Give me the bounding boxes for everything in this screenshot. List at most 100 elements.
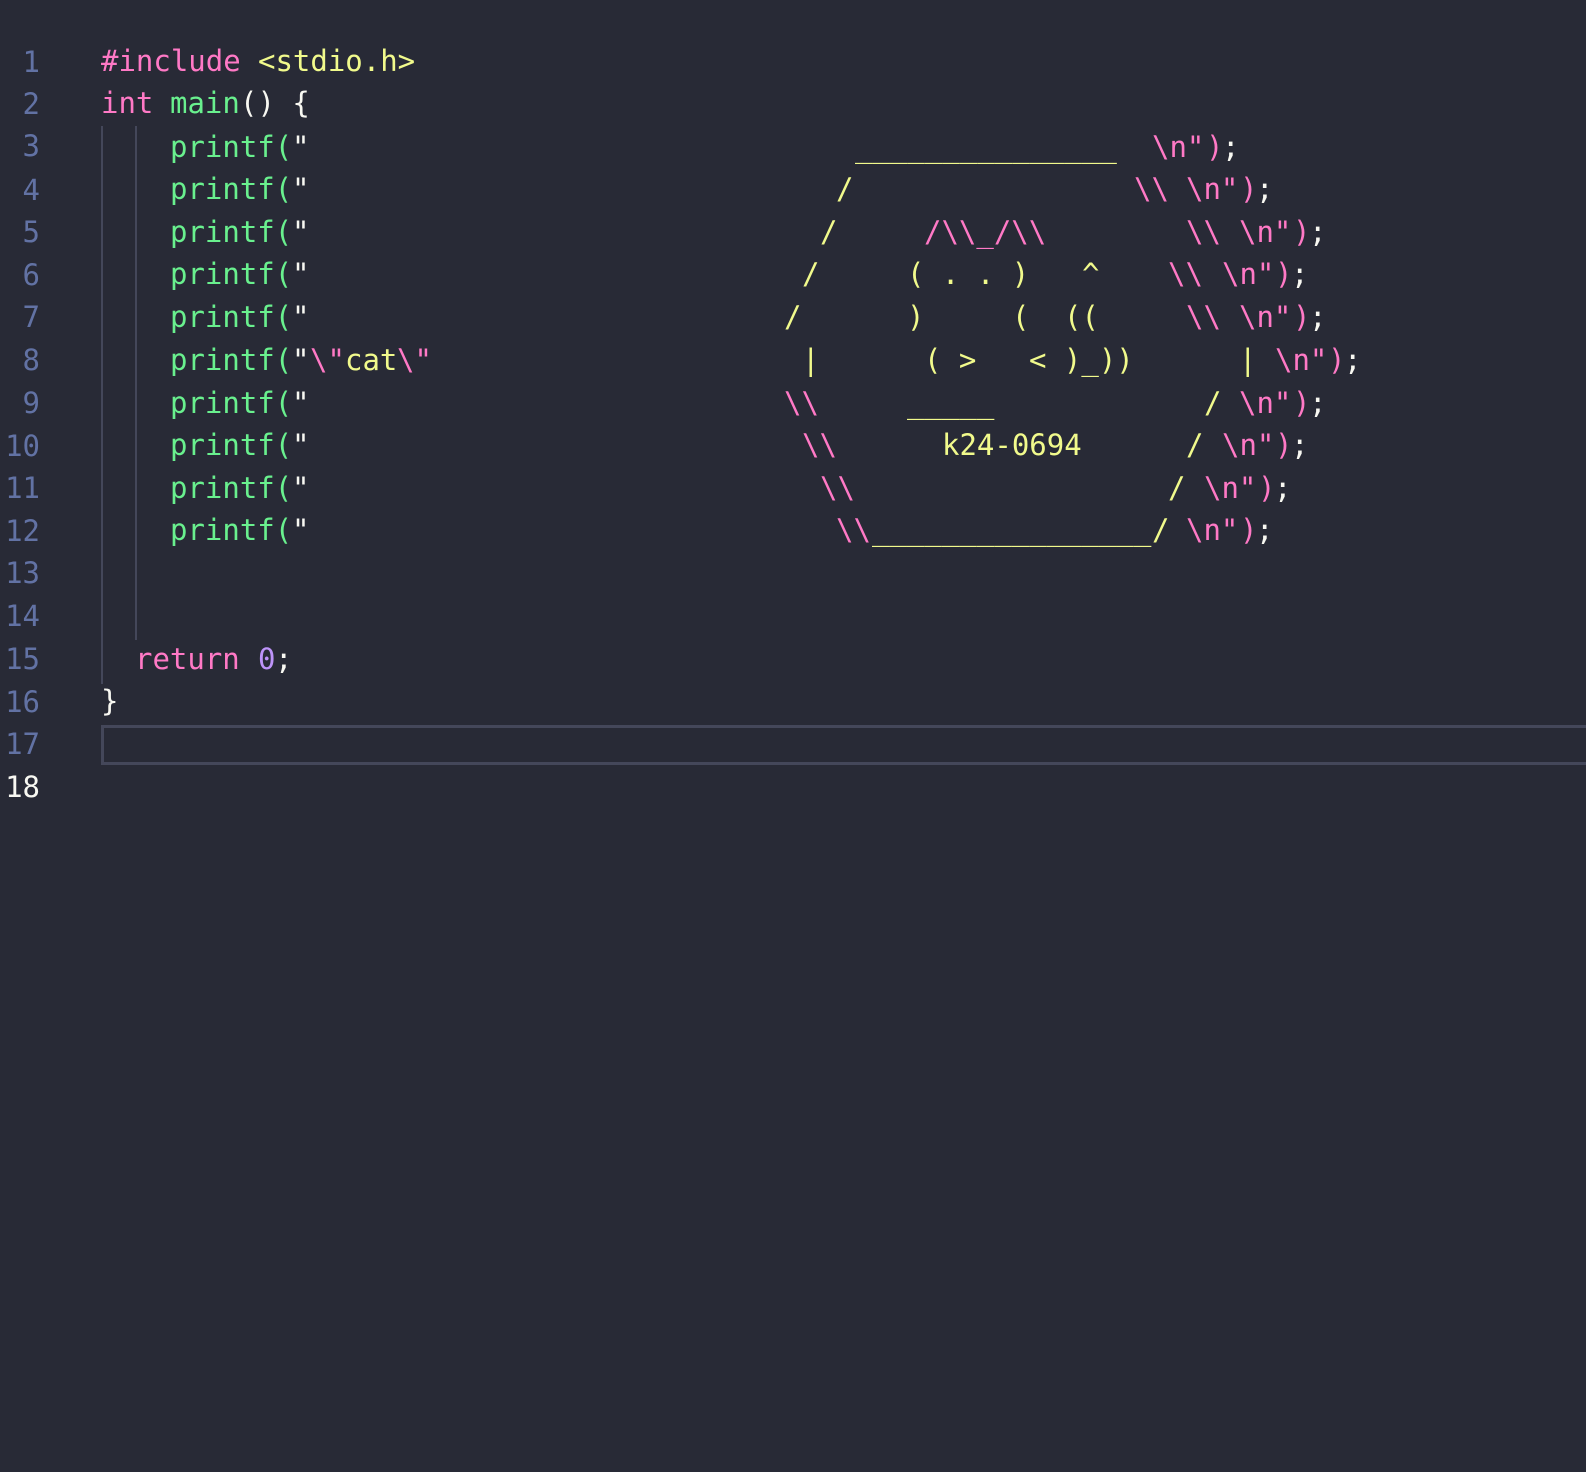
close-paren: ) <box>1240 513 1258 547</box>
id-label: k24-0694 <box>942 428 1082 462</box>
printf-call: printf( <box>170 130 293 164</box>
ascii-art: / <box>836 172 854 206</box>
code-line-18[interactable]: 18 <box>0 723 1586 804</box>
code-line-9[interactable]: 9 printf( " \" cat \" | ( > < )_)) | \n"… <box>0 339 1586 420</box>
code-line-7[interactable]: 7 printf( " / ( . . ) ^ \\ \n" ) ; <box>0 253 1586 334</box>
ascii-art: ( > <box>924 343 977 377</box>
string-quote: " <box>292 215 310 249</box>
ascii-art: < )_)) <box>1029 343 1134 377</box>
string-quote: " <box>292 513 310 547</box>
ascii-art: / <box>1204 386 1222 420</box>
code-line-12[interactable]: 12 printf( " \\ / \n" ) ; <box>0 467 1586 548</box>
close-paren: ) <box>1328 343 1346 377</box>
code-line-10[interactable]: 10 printf( " \\ _____ / \n" ) ; <box>0 382 1586 463</box>
code-line-3[interactable]: 3 int main () { <box>0 82 1586 163</box>
return-keyword: return <box>135 642 240 676</box>
ascii-art: / <box>1186 428 1204 462</box>
printf-call: printf( <box>170 386 293 420</box>
semicolon: ; <box>1309 215 1327 249</box>
escaped-backslash: \\ <box>1134 172 1169 206</box>
close-paren: ) <box>1293 215 1311 249</box>
semicolon: ; <box>1256 172 1274 206</box>
escaped-quote: \" <box>397 343 432 377</box>
close-paren: ) <box>1206 130 1224 164</box>
code-line-8[interactable]: 8 printf( " / ) ( (( \\ \n" ) ; <box>0 296 1586 377</box>
string-quote: " <box>292 172 310 206</box>
semicolon: ; <box>275 642 293 676</box>
string-quote: " <box>292 386 310 420</box>
printf-call: printf( <box>170 513 293 547</box>
close-paren: ) <box>1293 300 1311 334</box>
printf-call: printf( <box>170 428 293 462</box>
close-paren: ) <box>1240 172 1258 206</box>
return-value: 0 <box>258 642 276 676</box>
semicolon: ; <box>1309 300 1327 334</box>
printf-call: printf( <box>170 300 293 334</box>
ascii-art: | <box>1239 343 1257 377</box>
newline-escape: \n" <box>1222 257 1275 291</box>
semicolon: ; <box>1222 130 1240 164</box>
semicolon: ; <box>1291 428 1309 462</box>
close-paren: ) <box>1275 257 1293 291</box>
newline-escape: \n" <box>1204 471 1257 505</box>
closing-brace: } <box>101 684 119 718</box>
newline-escape: \n" <box>1239 386 1292 420</box>
include-header: <stdio.h> <box>258 44 416 78</box>
code-line-16[interactable]: 16 return 0 ; <box>0 638 1586 719</box>
ascii-art: (( <box>1064 300 1099 334</box>
code-line-1[interactable]: 1 <box>0 0 1586 79</box>
semicolon: ; <box>1256 513 1274 547</box>
code-editor[interactable]: 1 2 #include <stdio.h> 3 int main () { 4… <box>0 0 1586 1472</box>
ascii-art: _____ <box>907 386 995 420</box>
close-paren: ) <box>1275 428 1293 462</box>
semicolon: ; <box>1291 257 1309 291</box>
string-quote: " <box>292 343 310 377</box>
ascii-art: / <box>1168 471 1186 505</box>
code-line-15[interactable]: 15 <box>0 595 1586 676</box>
ascii-art: / <box>784 300 802 334</box>
cat-word: cat <box>345 343 398 377</box>
ascii-art: ) <box>907 300 925 334</box>
code-line-6[interactable]: 6 printf( " / /\\_/\\ \\ \n" ) ; <box>0 211 1586 292</box>
string-quote: " <box>292 428 310 462</box>
ascii-art: / <box>802 257 820 291</box>
newline-escape: \n" <box>1186 513 1239 547</box>
code-line-5[interactable]: 5 printf( " / \\ \n" ) ; <box>0 168 1586 249</box>
type-keyword: int <box>101 86 154 120</box>
escaped-backslash: \\ <box>784 386 819 420</box>
newline-escape: \n" <box>1152 130 1205 164</box>
printf-call: printf( <box>170 471 293 505</box>
line-number-active: 18 <box>5 770 40 804</box>
escaped-quote: \" <box>310 343 345 377</box>
escaped-backslash: \\ <box>1186 215 1221 249</box>
string-quote: " <box>292 257 310 291</box>
code-line-17[interactable]: 17 } <box>0 680 1586 761</box>
ascii-art: | <box>802 343 820 377</box>
code-line-4[interactable]: 4 printf( " _______________ \n" ) ; <box>0 126 1586 207</box>
newline-escape: \n" <box>1239 300 1292 334</box>
string-quote: " <box>292 130 310 164</box>
semicolon: ; <box>1344 343 1362 377</box>
ascii-art-caret: ^ <box>1082 257 1100 291</box>
escaped-backslash: \\ <box>802 428 837 462</box>
ascii-art: / <box>820 215 838 249</box>
printf-call: printf( <box>170 172 293 206</box>
escaped-backslash: \\ <box>836 513 871 547</box>
code-line-13[interactable]: 13 printf( " \\ ________________ / \n" )… <box>0 509 1586 590</box>
newline-escape: \n" <box>1222 428 1275 462</box>
code-line-11[interactable]: 11 printf( " \\ k24-0694 / \n" ) ; <box>0 424 1586 505</box>
escaped-backslash: \\ <box>1168 257 1203 291</box>
newline-escape: \n" <box>1239 215 1292 249</box>
close-paren: ) <box>1293 386 1311 420</box>
ascii-art-ears: /\\_/\\ <box>924 215 1047 249</box>
code-line-14[interactable]: 14 <box>0 552 1586 633</box>
printf-call: printf( <box>170 215 293 249</box>
include-directive: #include <box>101 44 241 78</box>
code-line-2[interactable]: 2 #include <stdio.h> <box>0 40 1586 121</box>
newline-escape: \n" <box>1186 172 1239 206</box>
semicolon: ; <box>1309 386 1327 420</box>
printf-call: printf( <box>170 343 293 377</box>
string-quote: " <box>292 471 310 505</box>
printf-call: printf( <box>170 257 293 291</box>
ascii-art: _______________ <box>855 130 1117 164</box>
